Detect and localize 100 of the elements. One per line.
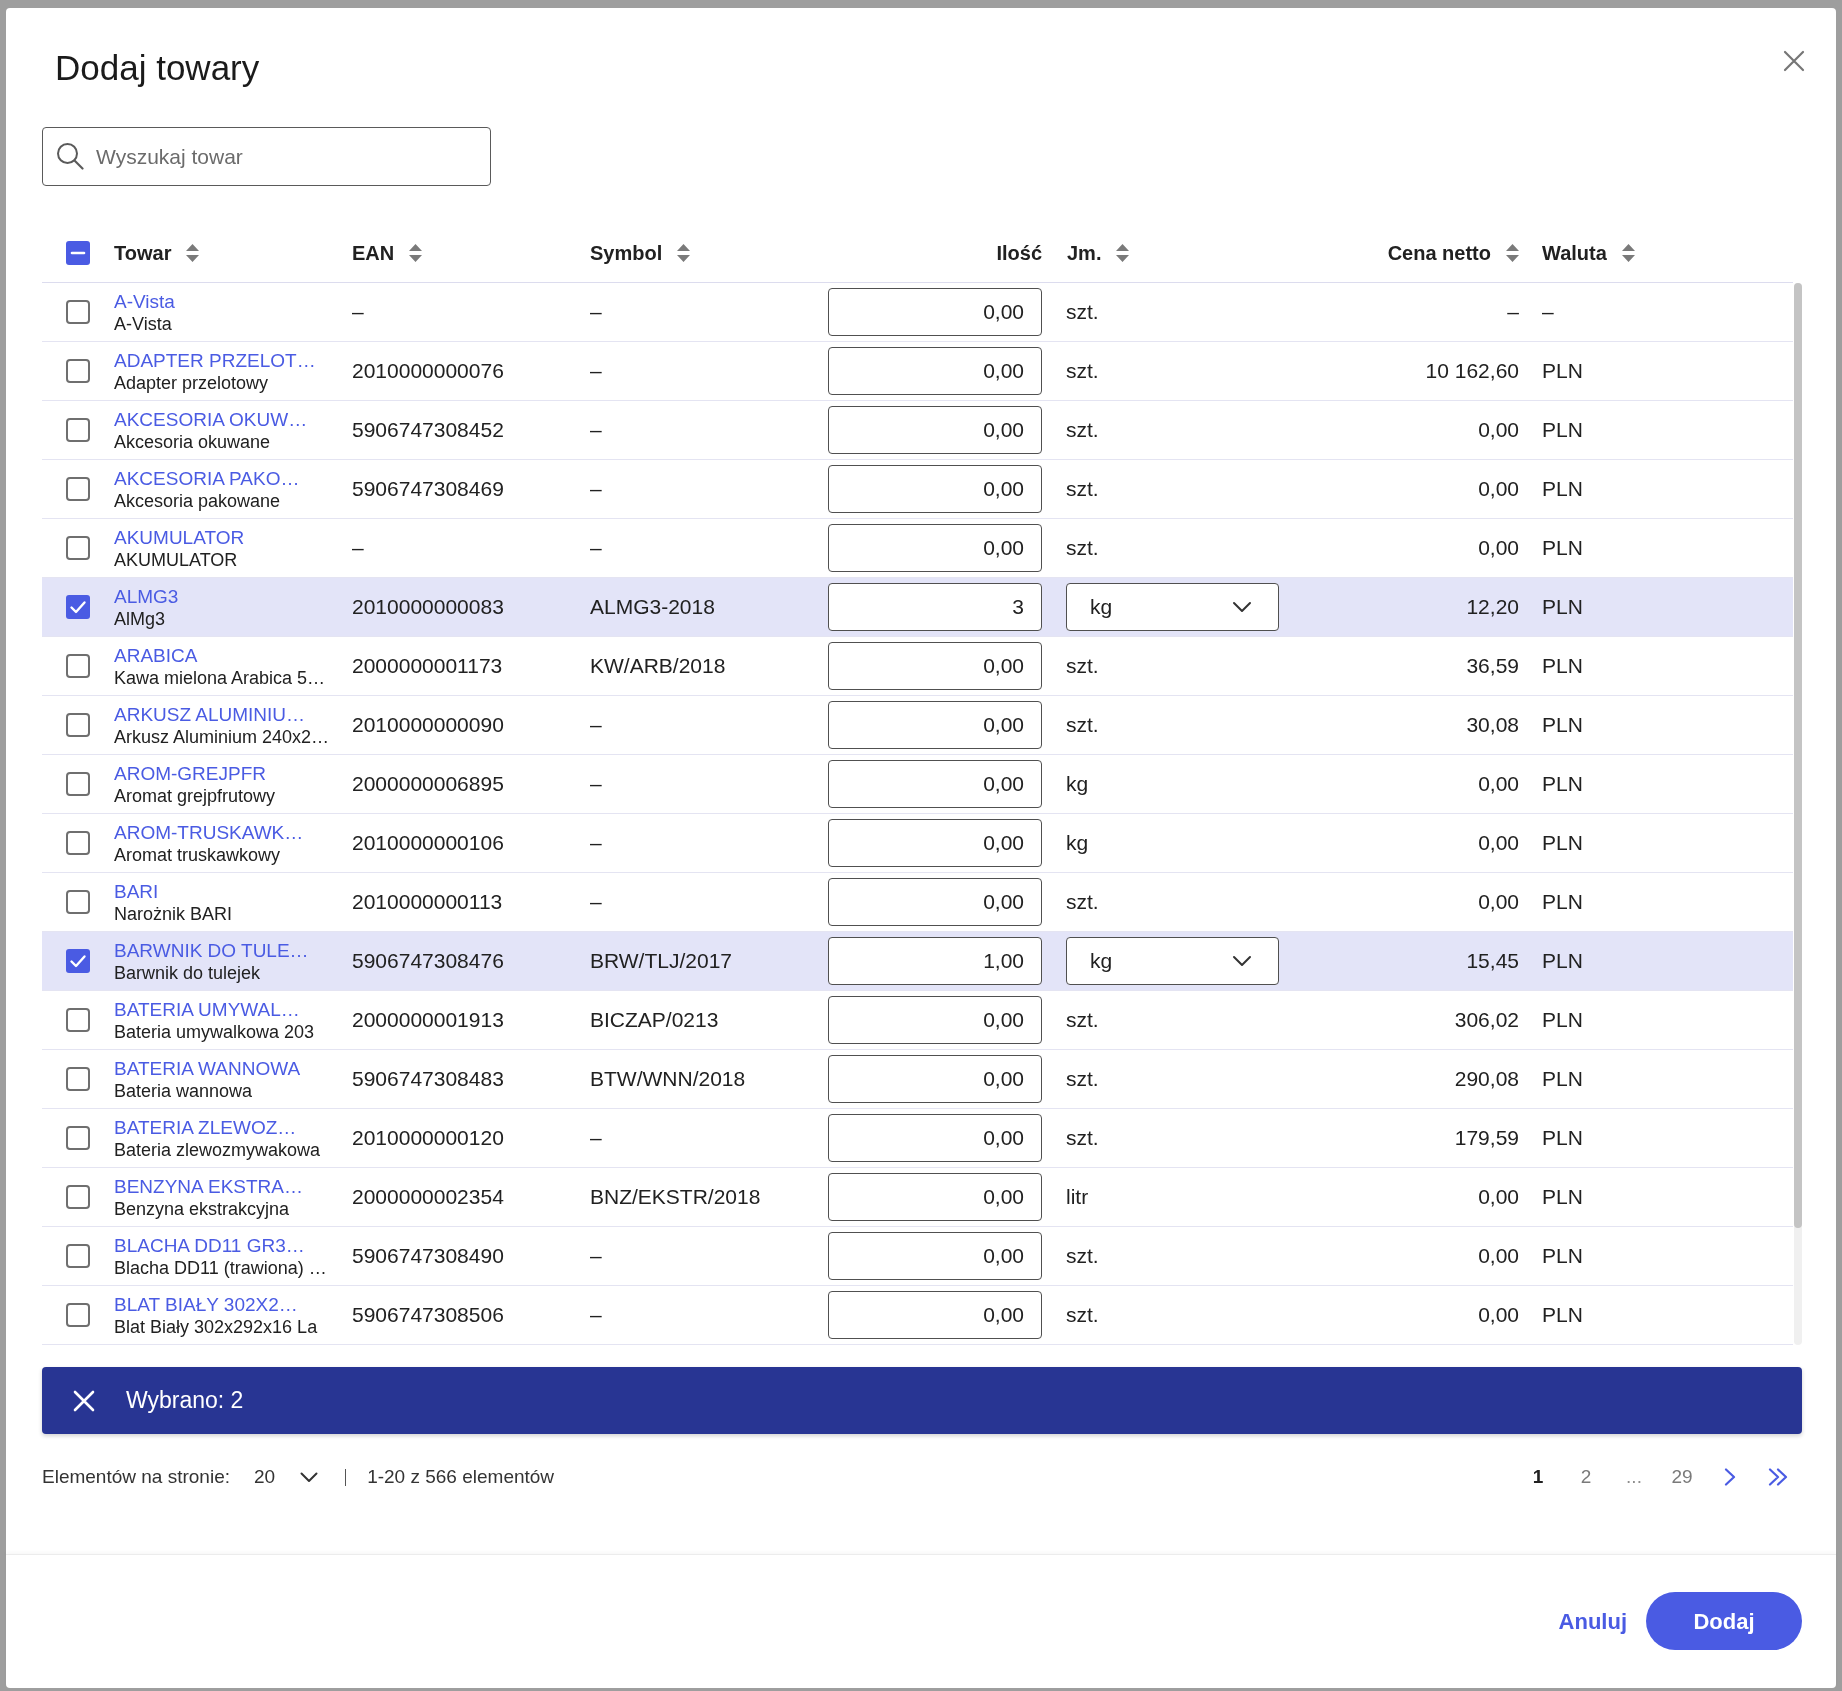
row-checkbox[interactable] (66, 359, 90, 383)
row-checkbox[interactable] (66, 300, 90, 324)
select-all-checkbox[interactable] (66, 240, 90, 265)
quantity-input[interactable]: 0,00 (828, 1055, 1042, 1103)
symbol-text: BRW/TLJ/2017 (590, 949, 732, 973)
unit-text: szt. (1066, 1302, 1099, 1329)
unit-select[interactable]: kg (1066, 937, 1279, 985)
row-checkbox[interactable] (66, 418, 90, 442)
quantity-input[interactable]: 0,00 (828, 642, 1042, 690)
product-code-link[interactable]: BATERIA UMYWAL… (114, 997, 300, 1021)
row-checkbox[interactable] (66, 595, 90, 619)
row-checkbox[interactable] (66, 1185, 90, 1209)
quantity-input[interactable]: 0,00 (828, 760, 1042, 808)
price-text: 0,00 (1478, 1302, 1519, 1329)
row-checkbox[interactable] (66, 1303, 90, 1327)
ean-text: 5906747308452 (352, 418, 504, 442)
product-code-link[interactable]: ARABICA (114, 643, 198, 667)
row-checkbox[interactable] (66, 1244, 90, 1268)
product-code-link[interactable]: AKCESORIA OKUW… (114, 407, 308, 431)
product-code-link[interactable]: ARKUSZ ALUMINIU… (114, 702, 306, 726)
column-header[interactable]: Waluta (1542, 237, 1607, 268)
product-code-link[interactable]: BATERIA WANNOWA (114, 1056, 301, 1080)
column-header[interactable]: Towar (114, 237, 172, 268)
product-code-link[interactable]: AKCESORIA PAKO… (114, 466, 300, 490)
sort-icon[interactable] (1116, 243, 1130, 262)
row-checkbox[interactable] (66, 772, 90, 796)
quantity-input[interactable]: 0,00 (828, 406, 1042, 454)
quantity-input[interactable]: 0,00 (828, 347, 1042, 395)
ean-text: 2010000000106 (352, 831, 504, 855)
quantity-input[interactable]: 0,00 (828, 1232, 1042, 1280)
product-code-link[interactable]: AROM-TRUSKAWK… (114, 820, 304, 844)
row-checkbox[interactable] (66, 1067, 90, 1091)
quantity-input[interactable]: 0,00 (828, 996, 1042, 1044)
product-code-link[interactable]: AKUMULATOR (114, 525, 245, 549)
product-code-link[interactable]: BARI (114, 879, 159, 903)
product-code-link[interactable]: BENZYNA EKSTRA… (114, 1174, 303, 1198)
quantity-input[interactable]: 0,00 (828, 1173, 1042, 1221)
quantity-input[interactable]: 0,00 (828, 1291, 1042, 1339)
row-checkbox[interactable] (66, 1008, 90, 1032)
column-header[interactable]: EAN (352, 237, 395, 268)
price-text: 0,00 (1478, 535, 1519, 562)
row-checkbox[interactable] (66, 831, 90, 855)
unit-select[interactable]: kg (1066, 583, 1279, 631)
currency-text: PLN (1542, 948, 1583, 975)
chevron-down-icon[interactable] (300, 1471, 319, 1483)
column-header[interactable]: Symbol (590, 237, 663, 268)
product-code-link[interactable]: BATERIA ZLEWOZ… (114, 1115, 297, 1139)
sort-icon[interactable] (1621, 243, 1635, 262)
ean-text: 2010000000083 (352, 595, 504, 619)
product-code-link[interactable]: ADAPTER PRZELOT… (114, 348, 316, 372)
clear-selection-button[interactable] (73, 1389, 95, 1412)
quantity-input[interactable]: 1,00 (828, 937, 1042, 985)
chevron-down-icon[interactable] (1232, 601, 1252, 613)
row-checkbox[interactable] (66, 477, 90, 501)
column-header[interactable]: Cena netto (1387, 237, 1491, 268)
quantity-input[interactable]: 0,00 (828, 878, 1042, 926)
page-link[interactable]: 29 (1658, 1457, 1706, 1497)
row-checkbox[interactable] (66, 713, 90, 737)
chevron-down-icon[interactable] (1232, 955, 1252, 967)
page-link[interactable]: 2 (1562, 1457, 1610, 1497)
column-header[interactable]: Jm. (1067, 237, 1102, 268)
product-name: Arkusz Aluminium 240x2… (114, 726, 330, 748)
quantity-input[interactable]: 0,00 (828, 1114, 1042, 1162)
column-header[interactable]: Ilość (996, 237, 1042, 268)
sort-icon[interactable] (677, 243, 691, 262)
row-checkbox[interactable] (66, 1126, 90, 1150)
sort-icon[interactable] (409, 243, 423, 262)
close-button[interactable] (1782, 49, 1806, 73)
row-checkbox[interactable] (66, 949, 90, 973)
quantity-input[interactable]: 3 (828, 583, 1042, 631)
ean-text: 2000000001173 (352, 654, 503, 678)
price-text: 290,08 (1454, 1066, 1519, 1093)
unit-text: szt. (1066, 889, 1099, 916)
quantity-input[interactable]: 0,00 (828, 701, 1042, 749)
row-checkbox[interactable] (66, 536, 90, 560)
page-link[interactable]: 1 (1514, 1457, 1562, 1497)
product-code-link[interactable]: A-Vista (114, 289, 175, 313)
chevron-right-icon[interactable] (1724, 1468, 1736, 1486)
product-code-link[interactable]: BLACHA DD11 GR3… (114, 1233, 305, 1257)
product-name: A-Vista (114, 313, 172, 335)
product-code-link[interactable]: ALMG3 (114, 584, 179, 608)
sort-icon[interactable] (1506, 243, 1519, 262)
quantity-input[interactable]: 0,00 (828, 524, 1042, 572)
search-field[interactable]: Wyszukaj towar (42, 127, 491, 186)
row-checkbox[interactable] (66, 890, 90, 914)
cancel-button[interactable]: Anuluj (1550, 1592, 1635, 1650)
row-checkbox[interactable] (66, 654, 90, 678)
add-button[interactable]: Dodaj (1646, 1592, 1802, 1650)
product-name: Aromat truskawkowy (114, 844, 281, 866)
price-text: 12,20 (1466, 594, 1519, 621)
product-code-link[interactable]: AROM-GREJPFR (114, 761, 266, 785)
sort-icon[interactable] (186, 243, 200, 262)
page-size-select[interactable]: 20 (254, 1462, 319, 1492)
quantity-input[interactable]: 0,00 (828, 465, 1042, 513)
unit-text: kg (1066, 771, 1089, 798)
double-chevron-right-icon[interactable] (1768, 1468, 1788, 1486)
quantity-input[interactable]: 0,00 (828, 819, 1042, 867)
product-code-link[interactable]: BARWNIK DO TULE… (114, 938, 309, 962)
quantity-input[interactable]: 0,00 (828, 288, 1042, 336)
product-code-link[interactable]: BLAT BIAŁY 302X2… (114, 1292, 298, 1316)
